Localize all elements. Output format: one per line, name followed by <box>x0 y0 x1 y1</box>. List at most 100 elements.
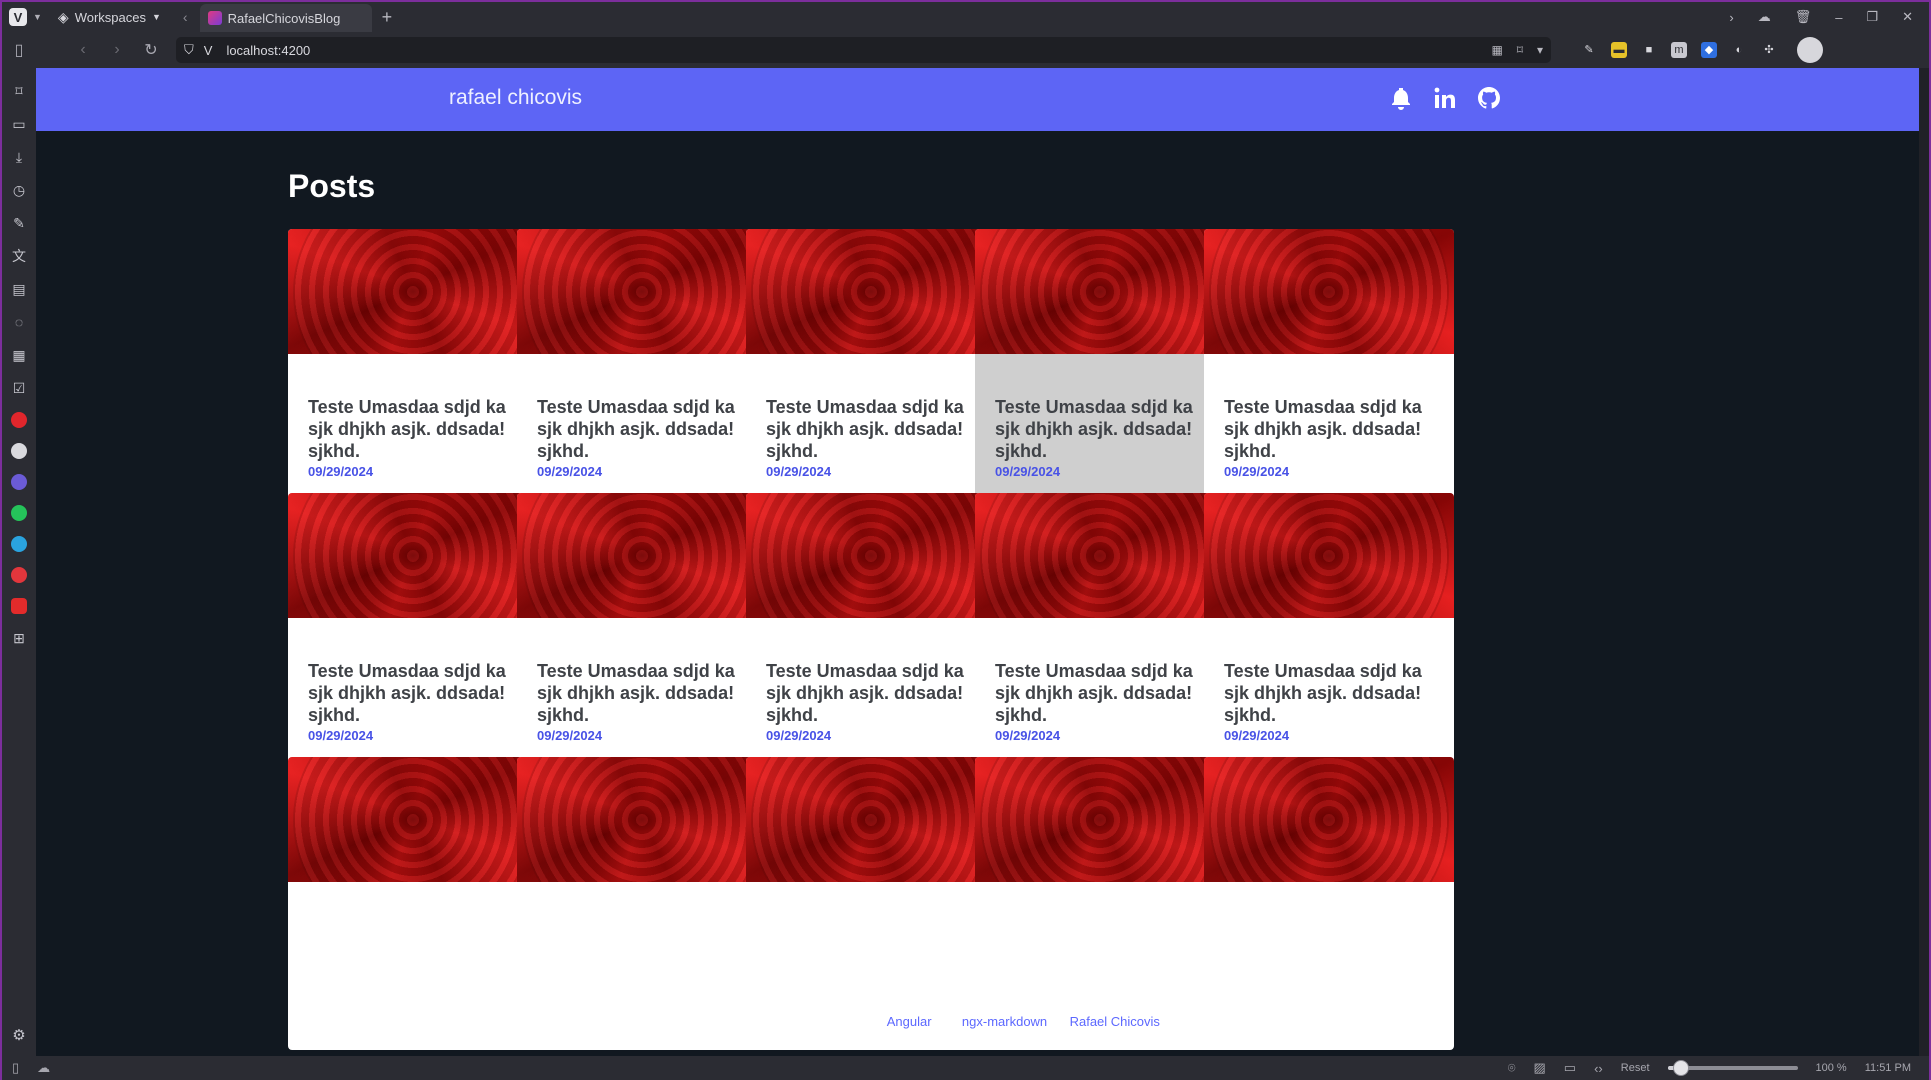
post-card[interactable] <box>288 757 538 1050</box>
post-card[interactable]: Teste Umasdaa sdjd ka sjk dhjkh asjk. dd… <box>975 493 1225 786</box>
window-panel-icon[interactable]: ▤ <box>10 280 28 298</box>
chat-icon[interactable]: ◌ <box>10 313 28 331</box>
post-card-body <box>517 882 767 924</box>
maximize-icon[interactable]: ❐ <box>1866 9 1878 25</box>
tasks-icon[interactable]: ☑ <box>10 379 28 397</box>
extension-gift-icon[interactable]: ■ <box>1641 42 1657 58</box>
ngx-markdown-link[interactable]: ngx-markdown <box>962 1014 1047 1029</box>
post-card[interactable]: Teste Umasdaa sdjd ka sjk dhjkh asjk. dd… <box>517 493 767 786</box>
page-tiling-icon[interactable]: ▭ <box>1564 1060 1576 1076</box>
page-actions-icon[interactable]: ‹› <box>1594 1061 1603 1076</box>
post-date: 09/29/2024 <box>995 464 1061 479</box>
vivaldi-menu-icon[interactable]: V <box>9 8 27 26</box>
translate-icon[interactable]: 文 <box>10 247 28 265</box>
new-tab-icon[interactable]: + <box>382 7 393 28</box>
reload-icon[interactable]: ↻ <box>134 40 168 60</box>
chevron-down-icon[interactable]: ▾ <box>1537 43 1543 57</box>
author-link[interactable]: Rafael Chicovis <box>1070 1014 1160 1029</box>
extension-bitwarden-icon[interactable]: ◆ <box>1701 42 1717 58</box>
bookmark-icon[interactable]: ⌑ <box>1517 43 1523 57</box>
panel-toggle-icon[interactable]: ▯ <box>2 40 36 60</box>
post-card[interactable] <box>517 757 767 1050</box>
add-panel-icon[interactable]: ⊞ <box>10 629 28 647</box>
youtube-panel-icon[interactable] <box>11 598 27 614</box>
panel-toggle-icon[interactable]: ▯ <box>12 1060 19 1076</box>
social-links <box>1388 84 1502 112</box>
post-cover-image <box>746 229 996 354</box>
post-card[interactable]: Teste Umasdaa sdjd ka sjk dhjkh asjk. dd… <box>975 229 1225 522</box>
post-title: Teste Umasdaa sdjd ka sjk dhjkh asjk. dd… <box>1224 661 1422 725</box>
post-cover-image <box>746 493 996 618</box>
extension-dark-reader-icon[interactable]: ◐ <box>1731 42 1747 58</box>
whatsapp-panel-icon[interactable] <box>11 505 27 521</box>
site-title[interactable]: rafael chicovis <box>449 86 582 110</box>
teams-panel-icon[interactable] <box>11 474 27 490</box>
extension-notes-icon[interactable]: ▬ <box>1611 42 1627 58</box>
page-title: Posts <box>288 168 376 204</box>
color-picker-icon[interactable]: ✎ <box>1581 42 1597 58</box>
back-icon[interactable]: ‹ <box>66 41 100 59</box>
bookmarks-panel-icon[interactable]: ⌑ <box>10 82 28 100</box>
address-field[interactable]: ⛉ V localhost:4200 ▦ ⌑ ▾ <box>176 37 1551 63</box>
post-card[interactable]: Teste Umasdaa sdjd ka sjk dhjkh asjk. dd… <box>517 229 767 522</box>
downloads-icon[interactable]: ⤓ <box>10 148 28 166</box>
telegram-panel-icon[interactable] <box>11 536 27 552</box>
post-card-body: Teste Umasdaa sdjd ka sjk dhjkh asjk. dd… <box>975 354 1225 479</box>
post-card[interactable]: Teste Umasdaa sdjd ka sjk dhjkh asjk. dd… <box>746 493 996 786</box>
extension-mastodon-icon[interactable]: m <box>1671 42 1687 58</box>
settings-gear-icon[interactable]: ⚙ <box>10 1026 28 1044</box>
post-card[interactable]: Teste Umasdaa sdjd ka sjk dhjkh asjk. dd… <box>1204 493 1454 786</box>
post-title: Teste Umasdaa sdjd ka sjk dhjkh asjk. dd… <box>1224 397 1422 461</box>
profile-avatar[interactable] <box>1797 37 1823 63</box>
tab-rafaelchicovisblog[interactable]: RafaelChicovisBlog <box>199 4 372 32</box>
extensions-puzzle-icon[interactable]: ✣ <box>1761 42 1777 58</box>
post-title: Teste Umasdaa sdjd ka sjk dhjkh asjk. dd… <box>766 397 964 461</box>
post-card-body <box>746 882 996 924</box>
angular-link[interactable]: Angular <box>887 1014 932 1029</box>
vivaldi-web-panel-icon[interactable] <box>11 412 27 428</box>
github-icon[interactable] <box>1476 84 1502 112</box>
post-card[interactable]: Teste Umasdaa sdjd ka sjk dhjkh asjk. dd… <box>1204 229 1454 522</box>
footer-and: and <box>935 1014 959 1029</box>
tab-scroll-left-icon[interactable]: ‹ <box>183 9 188 25</box>
post-card[interactable]: Teste Umasdaa sdjd ka sjk dhjkh asjk. dd… <box>746 229 996 522</box>
notes-icon[interactable]: ✎ <box>10 214 28 232</box>
shield-icon[interactable]: ⛉ <box>184 42 194 58</box>
bell-icon[interactable] <box>1388 84 1414 112</box>
post-date: 09/29/2024 <box>1224 464 1290 479</box>
qr-code-icon[interactable]: ▦ <box>1491 43 1502 57</box>
post-cover-image <box>1204 757 1454 882</box>
tab-title: RafaelChicovisBlog <box>227 10 341 26</box>
workspaces-button[interactable]: ◈ Workspaces ▼ <box>58 9 161 26</box>
tab-scroll-right-icon[interactable]: › <box>1729 10 1733 25</box>
zoom-reset-button[interactable]: Reset <box>1621 1062 1650 1074</box>
trash-icon[interactable]: 🗑 <box>1795 9 1812 25</box>
post-date: 09/29/2024 <box>1224 728 1290 743</box>
close-icon[interactable]: ✕ <box>1902 9 1913 25</box>
image-toggle-icon[interactable]: ▨ <box>1534 1060 1546 1076</box>
linkedin-icon[interactable] <box>1432 84 1458 112</box>
cloud-sync-icon[interactable]: ☁ <box>1758 9 1771 25</box>
camera-icon[interactable]: ⌾ <box>1508 1060 1516 1076</box>
post-card[interactable] <box>975 757 1225 1050</box>
minimize-icon[interactable]: – <box>1835 10 1842 25</box>
post-title: Teste Umasdaa sdjd ka sjk dhjkh asjk. dd… <box>308 661 506 725</box>
music-panel-icon[interactable] <box>11 567 27 583</box>
post-card[interactable] <box>746 757 996 1050</box>
calendar-icon[interactable]: ▦ <box>10 346 28 364</box>
reading-list-icon[interactable]: ▭ <box>10 115 28 133</box>
chatgpt-panel-icon[interactable] <box>11 443 27 459</box>
zoom-slider-thumb[interactable] <box>1672 1060 1689 1076</box>
post-card[interactable]: Teste Umasdaa sdjd ka sjk dhjkh asjk. dd… <box>288 229 538 522</box>
post-cover-image <box>517 229 767 354</box>
post-card-body: Teste Umasdaa sdjd ka sjk dhjkh asjk. dd… <box>517 354 767 479</box>
post-card[interactable] <box>1204 757 1454 1050</box>
post-card[interactable]: Teste Umasdaa sdjd ka sjk dhjkh asjk. dd… <box>288 493 538 786</box>
chevron-down-icon[interactable]: ▼ <box>33 12 42 22</box>
cloud-icon[interactable]: ☁ <box>37 1060 50 1076</box>
forward-icon[interactable]: › <box>100 41 134 59</box>
url-text: localhost:4200 <box>226 42 311 58</box>
history-icon[interactable]: ◷ <box>10 181 28 199</box>
site-footer: Created with Angular and ngx-markdown by… <box>36 1014 1919 1029</box>
zoom-slider[interactable] <box>1667 1060 1798 1076</box>
